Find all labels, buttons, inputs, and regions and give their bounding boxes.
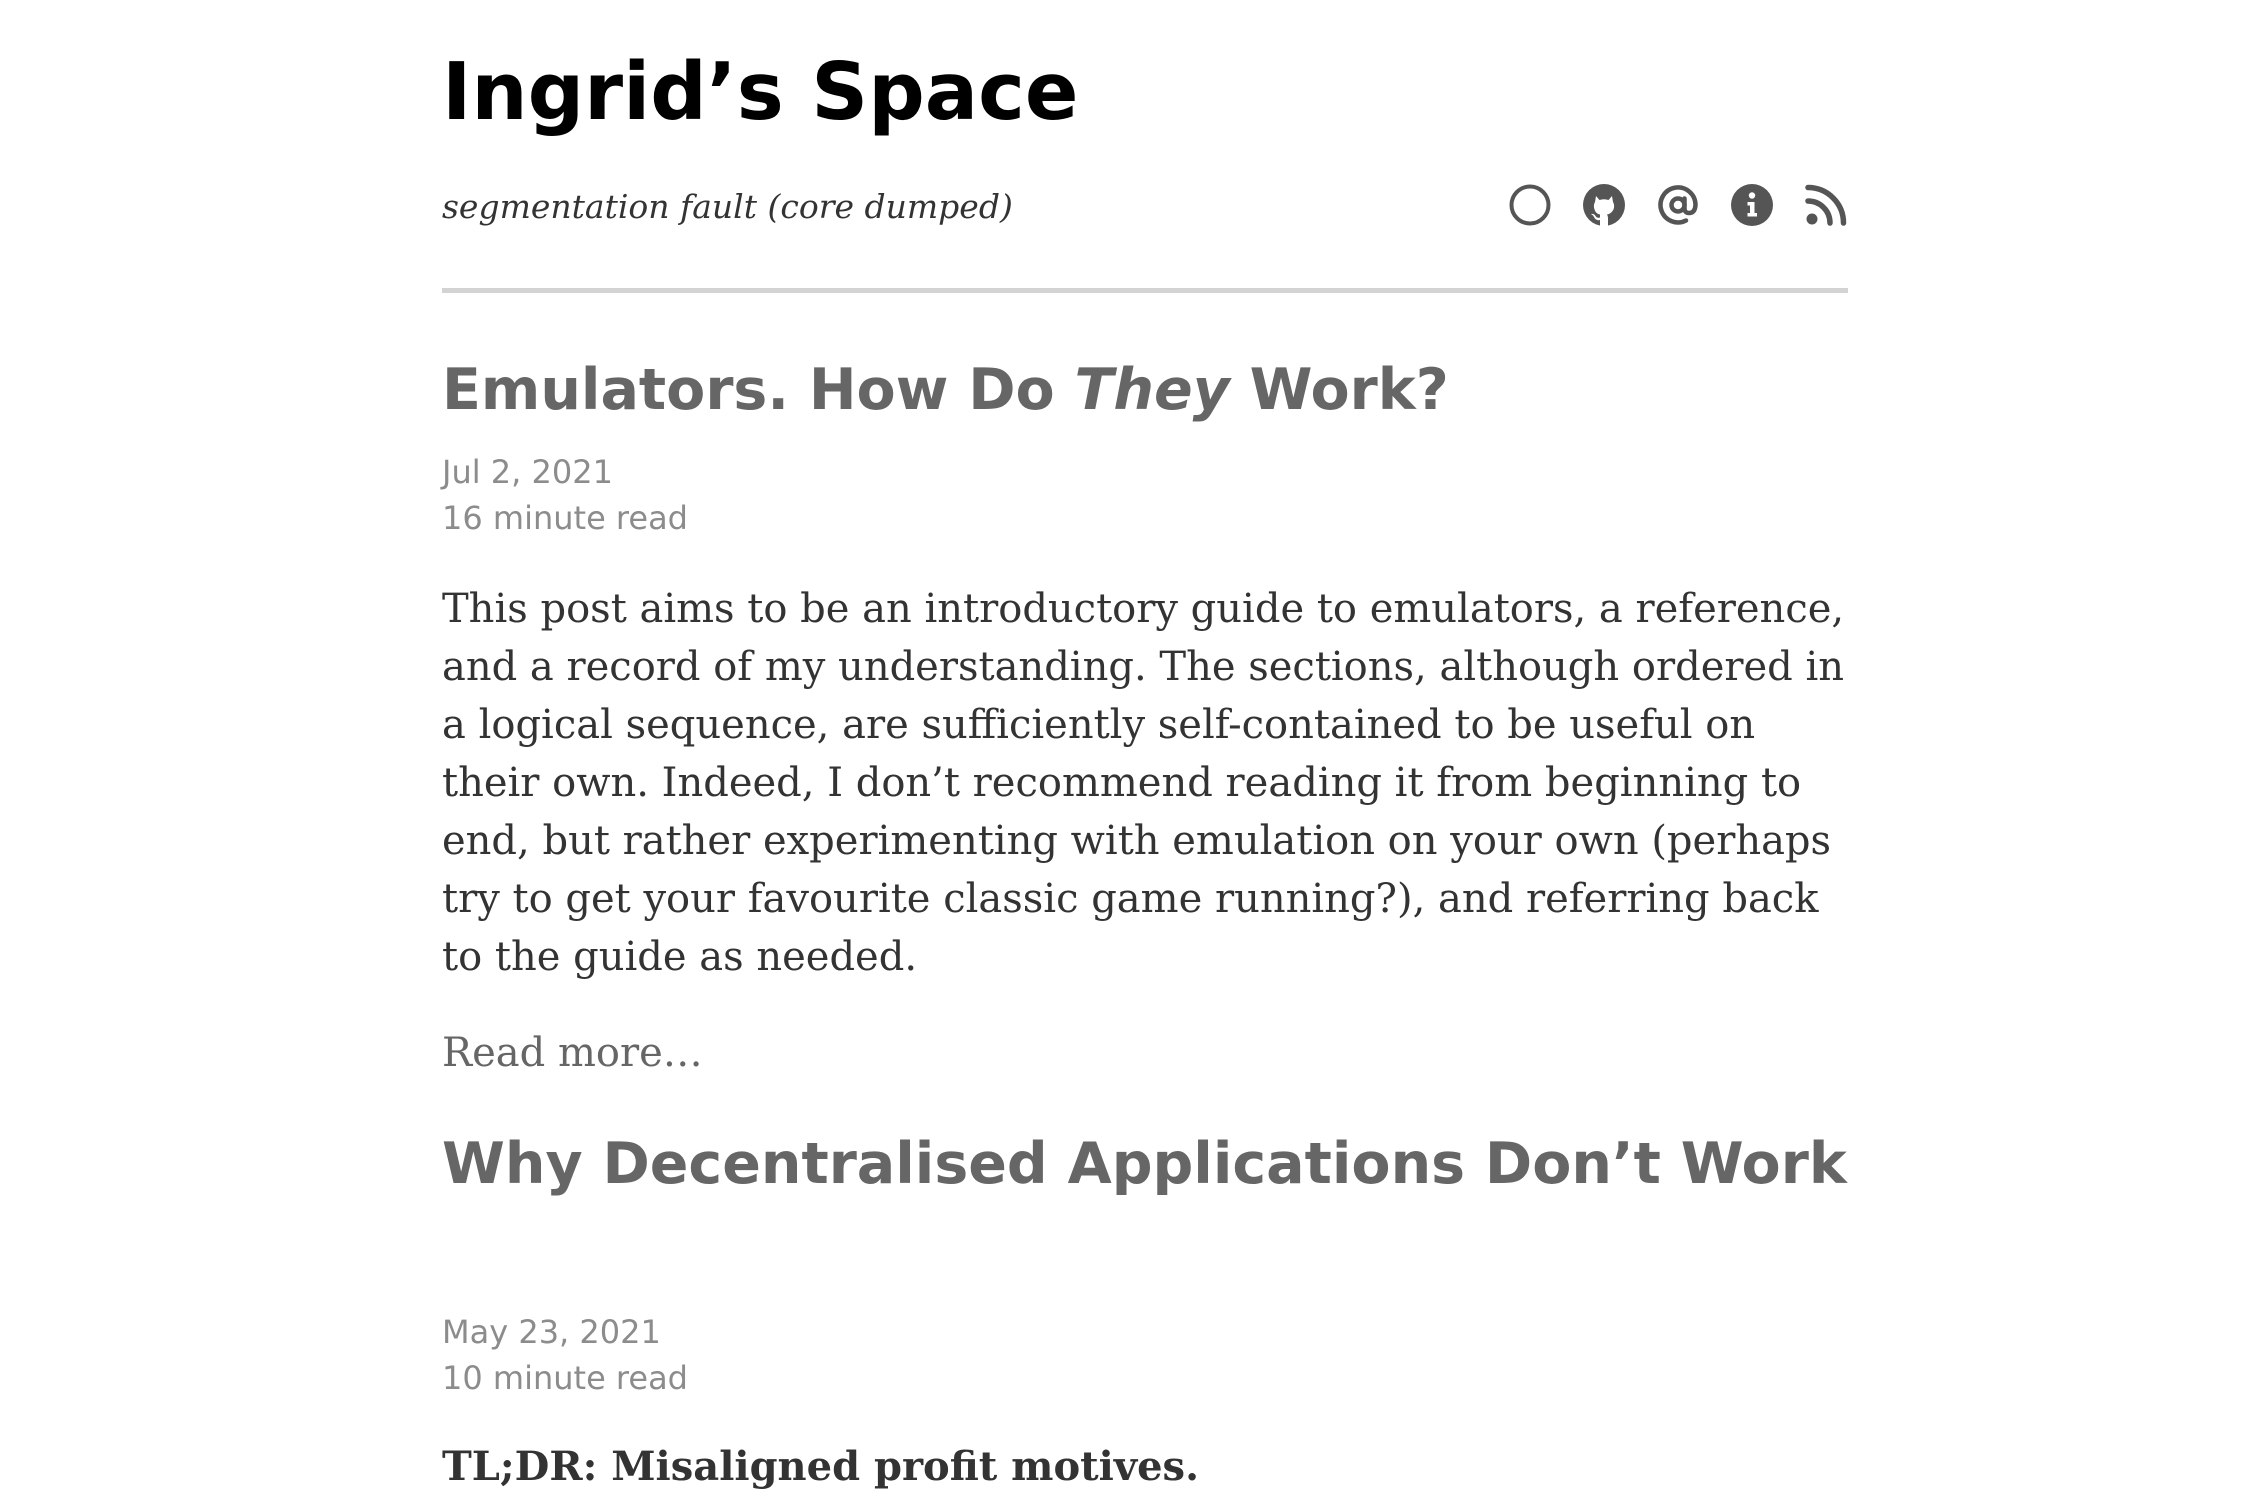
read-more-link[interactable]: Read more… — [442, 1024, 703, 1082]
site-tagline: segmentation fault (core dumped) — [442, 187, 1013, 226]
social-icons — [1508, 180, 1848, 230]
info-icon[interactable] — [1730, 183, 1774, 227]
header-divider — [442, 288, 1848, 293]
post-excerpt: This post aims to be an introductory gui… — [442, 586, 1845, 980]
post-read-time: 10 minute read — [442, 1359, 688, 1397]
post-date: Jul 2, 2021 — [442, 453, 613, 491]
github-icon[interactable] — [1582, 183, 1626, 227]
post-title-emulators[interactable]: Emulators. How Do They Work? — [442, 346, 1848, 434]
at-sign-icon[interactable] — [1656, 183, 1700, 227]
post-date: May 23, 2021 — [442, 1313, 661, 1351]
post-title-part: Emulators. How Do — [442, 357, 1075, 423]
rss-icon[interactable] — [1804, 183, 1848, 227]
post-excerpt-tldr: TL;DR: Misaligned profit motives. — [442, 1443, 1199, 1490]
post-title-decentralised[interactable]: Why Decentralised Applications Don’t Wor… — [442, 1120, 1848, 1208]
post-read-time: 16 minute read — [442, 499, 688, 537]
post-title-part: Work? — [1229, 357, 1449, 423]
site-title[interactable]: Ingrid’s Space — [442, 42, 1078, 142]
post-title-emphasis: They — [1074, 357, 1230, 423]
circle-icon[interactable] — [1508, 183, 1552, 227]
